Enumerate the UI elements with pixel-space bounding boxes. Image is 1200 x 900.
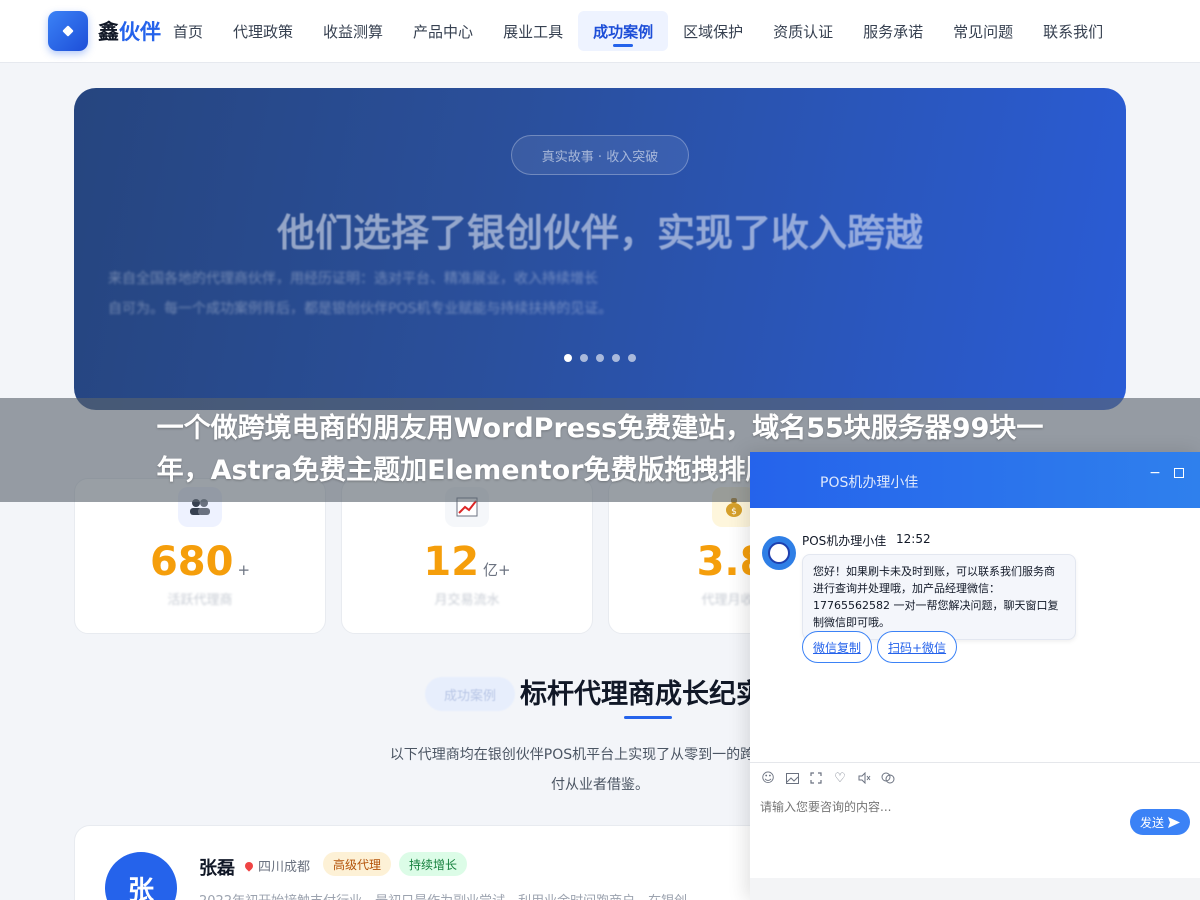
hero-title: 他们选择了银创伙伴，实现了收入跨越 (276, 211, 923, 255)
location-pin-icon (243, 859, 255, 872)
minimize-icon[interactable]: − (1146, 464, 1164, 482)
screenshot-icon[interactable] (808, 770, 824, 786)
logo-text: 鑫伙伴 (98, 20, 161, 44)
nav-item-agent-policy[interactable]: 代理政策 (218, 11, 308, 51)
carousel-dot[interactable] (564, 354, 572, 362)
section-underline (624, 716, 672, 719)
hero-badge: 真实故事 · 收入突破 (511, 135, 689, 175)
chat-message-input[interactable] (760, 800, 1120, 814)
message-bubble: 您好！如果刷卡未及时到账，可以联系我们服务商进行查询并处理哦，加产品经理微信：1… (802, 554, 1076, 640)
message-sender: POS机办理小佳 (802, 534, 887, 548)
hero-carousel: 真实故事 · 收入突破 他们选择了银创伙伴，实现了收入跨越 来自全国各地的代理商… (74, 88, 1126, 410)
chat-toolbar: ☺ ♡ (760, 770, 896, 786)
carousel-dot[interactable] (628, 354, 636, 362)
agent-case-card[interactable]: 张 张磊 四川成都 高级代理 持续增长 2022年初开始接触支付行业，最初只是作… (74, 825, 774, 900)
carousel-dot[interactable] (612, 354, 620, 362)
growth-badge: 持续增长 (399, 852, 468, 876)
nav-item-region-protection[interactable]: 区域保护 (668, 11, 758, 51)
carousel-dot[interactable] (596, 354, 604, 362)
agent-story: 2022年初开始接触支付行业，最初只是作为副业尝试，利用业余时间跑商户，在银创 (199, 890, 759, 900)
copy-wechat-button[interactable]: 微信复制 (802, 631, 873, 663)
emoji-icon[interactable]: ☺ (760, 770, 776, 786)
main-nav: 首页 代理政策 收益测算 产品中心 展业工具 成功案例 区域保护 资质认证 服务… (158, 11, 1118, 51)
section-tag: 成功案例 (425, 677, 515, 711)
message-time: 12:52 (896, 532, 931, 546)
carousel-dot[interactable] (580, 354, 588, 362)
chat-footer (750, 878, 1200, 900)
nav-item-tools[interactable]: 展业工具 (488, 11, 578, 51)
stat-label: 月交易流水 (434, 593, 500, 608)
send-icon (1168, 816, 1180, 828)
rating-icon[interactable]: ♡ (832, 770, 848, 786)
stat-label: 活跃代理商 (167, 593, 233, 608)
nav-item-success-cases[interactable]: 成功案例 (578, 11, 669, 51)
carousel-dots (564, 354, 636, 362)
agent-name: 张磊 (199, 858, 235, 879)
maximize-icon[interactable] (1170, 464, 1188, 482)
section-title: 标杆代理商成长纪实 (520, 679, 763, 710)
chat-header: POS机办理小佳 − (750, 452, 1200, 508)
nav-item-certification[interactable]: 资质认证 (758, 11, 848, 51)
nav-item-service-promise[interactable]: 服务承诺 (848, 11, 938, 51)
site-header: 鑫伙伴 首页 代理政策 收益测算 产品中心 展业工具 成功案例 区域保护 资质认… (0, 0, 1200, 63)
mute-icon[interactable] (856, 770, 872, 786)
overlay-line-1: 一个做跨境电商的朋友用WordPress免费建站，域名55块服务器99块一 (156, 413, 1044, 444)
nav-item-home[interactable]: 首页 (158, 11, 218, 51)
nav-item-products[interactable]: 产品中心 (398, 11, 488, 51)
logo-diamond-icon (48, 11, 88, 51)
avatar: 张 (105, 852, 177, 900)
nav-item-earnings-calc[interactable]: 收益测算 (308, 11, 398, 51)
chat-history-icon[interactable] (880, 770, 896, 786)
stat-value: 12 亿+ (423, 539, 511, 585)
image-icon[interactable] (784, 770, 800, 786)
chat-header-title: POS机办理小佳 (820, 475, 919, 491)
nav-item-contact[interactable]: 联系我们 (1028, 11, 1118, 51)
agent-avatar-icon (762, 536, 796, 570)
stat-value: 680 + (149, 539, 251, 585)
agent-location: 四川成都 (243, 856, 310, 875)
scan-wechat-button[interactable]: 扫码+微信 (877, 631, 958, 663)
nav-item-faq[interactable]: 常见问题 (938, 11, 1028, 51)
chat-divider (750, 762, 1200, 763)
send-button[interactable]: 发送 (1130, 809, 1190, 835)
level-badge: 高级代理 (323, 852, 392, 876)
chat-widget: POS机办理小佳 − POS机办理小佳 12:52 您好！如果刷卡未及时到账，可… (750, 452, 1200, 900)
logo[interactable]: 鑫伙伴 (48, 11, 161, 51)
svg-text:$: $ (731, 507, 737, 517)
hero-description: 来自全国各地的代理商伙伴，用经历证明：选对平台、精准展业，收入持续增长 自可为。… (108, 271, 613, 317)
